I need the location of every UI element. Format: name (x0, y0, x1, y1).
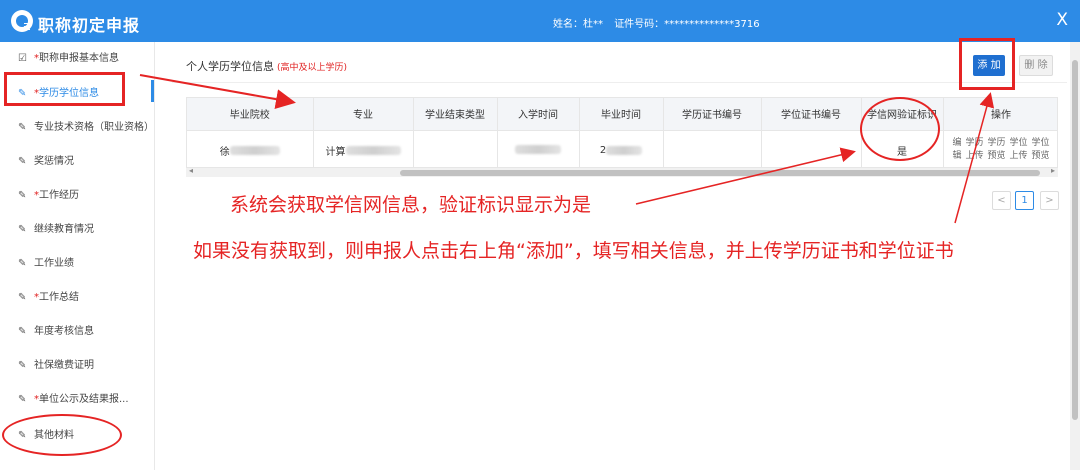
redacted-blur (606, 145, 643, 155)
id-number: 证件号码：**************3716 (614, 19, 760, 30)
preview-diploma-link[interactable]: 预览 (987, 151, 1005, 161)
sidebar-item-unit-publicity[interactable]: ✎ *单位公示及结果报... (0, 383, 155, 417)
preview-degree-link[interactable]: 预览 (1032, 151, 1050, 161)
sidebar-item-basic-info[interactable]: ☑ *职称申报基本信息 (0, 42, 155, 76)
section-note: (高中及以上学历) (277, 63, 348, 73)
user-name: 姓名：杜** (553, 19, 603, 30)
app-title: 职称初定申报 (38, 16, 141, 35)
pencil-icon: ✎ (18, 394, 27, 405)
sidebar-item-work-summary[interactable]: ✎ *工作总结 (0, 281, 155, 315)
column-header[interactable]: 操作 (943, 98, 1057, 130)
pencil-icon: ✎ (18, 360, 27, 371)
sidebar-item-rewards[interactable]: ✎ 奖惩情况 (0, 145, 155, 179)
cell-major: 计算 (313, 129, 414, 170)
upload-degree-link[interactable]: 学位 (1010, 138, 1028, 148)
close-icon[interactable]: X (1056, 9, 1068, 31)
cell-end-type (413, 129, 498, 170)
pagination-page-button[interactable]: 1 (1015, 191, 1034, 210)
column-header[interactable]: 毕业时间 (579, 98, 664, 130)
sidebar-item-label: 工作业绩 (34, 258, 74, 269)
column-header[interactable]: 入学时间 (497, 98, 580, 130)
preview-diploma-link[interactable]: 学历 (987, 138, 1005, 148)
pencil-icon: ✎ (18, 326, 27, 337)
scroll-right-icon[interactable]: ▸ (1051, 166, 1055, 175)
delete-button[interactable]: 删 除 (1019, 55, 1053, 76)
column-header[interactable]: 毕业院校 (187, 98, 314, 130)
upload-diploma-link[interactable]: 上传 (965, 151, 983, 161)
cell-grad-time: 2 (579, 129, 664, 170)
ops-line1: 编学历 学历 学位 学位 (944, 137, 1058, 150)
annotation-arrows (139, 74, 995, 224)
pagination-next-button[interactable]: > (1040, 191, 1059, 210)
app-logo-icon (11, 10, 33, 32)
pencil-icon: ✎ (18, 156, 27, 167)
column-header[interactable]: 学位证书编号 (761, 98, 862, 130)
sidebar-item-social-security[interactable]: ✎ 社保缴费证明 (0, 349, 155, 383)
cell-degree-no (761, 129, 862, 170)
section-title: 个人学历学位信息 (高中及以上学历) (186, 58, 347, 74)
sidebar-item-label: 社保缴费证明 (34, 360, 94, 371)
edit-link[interactable]: 编 (952, 138, 961, 148)
edit-link[interactable]: 辑 (952, 151, 961, 161)
top-bar: 职称初定申报 姓名：杜** 证件号码：**************3716 X (0, 0, 1080, 42)
annotation-ellipse-verified (860, 97, 940, 161)
active-indicator (151, 80, 154, 102)
pencil-icon: ✎ (18, 190, 27, 201)
cell-operations: 编学历 学历 学位 学位 辑上传 预览 上传 预览 (943, 129, 1058, 170)
annotation-ellipse-other-materials (2, 414, 122, 456)
sidebar-item-continuing-education[interactable]: ✎ 继续教育情况 (0, 213, 155, 247)
edit-square-icon: ☑ (18, 53, 27, 64)
section-title-text: 个人学历学位信息 (186, 60, 274, 73)
column-header[interactable]: 学业结束类型 (413, 98, 498, 130)
sidebar-item-label: 继续教育情况 (34, 224, 94, 235)
annotation-box-add-button (959, 38, 1015, 90)
upload-diploma-link[interactable]: 学历 (965, 138, 983, 148)
divider (172, 82, 1067, 83)
sidebar: ☑ *职称申报基本信息 ✎ *学历学位信息 ✎ 专业技术资格（职业资格） ✎ 奖惩情况 … (0, 42, 155, 470)
sidebar-item-work-history[interactable]: ✎ *工作经历 (0, 179, 155, 213)
scrollbar-thumb[interactable] (400, 170, 1040, 176)
sidebar-item-annual-review[interactable]: ✎ 年度考核信息 (0, 315, 155, 349)
redacted-blur (345, 145, 401, 155)
scroll-left-icon[interactable]: ◂ (189, 166, 193, 175)
pagination-prev-button[interactable]: < (992, 191, 1011, 210)
column-header[interactable]: 专业 (313, 98, 414, 130)
ops-line2: 辑上传 预览 上传 预览 (944, 150, 1058, 163)
annotation-note-verified: 系统会获取学信网信息，验证标识显示为是 (230, 194, 592, 216)
scrollbar-thumb[interactable] (1072, 60, 1078, 420)
pencil-icon: ✎ (18, 122, 27, 133)
sidebar-item-achievements[interactable]: ✎ 工作业绩 (0, 247, 155, 281)
annotation-box-sidebar (4, 72, 125, 106)
sidebar-item-label: 工作经历 (39, 190, 79, 201)
cell-school: 徐 (187, 129, 314, 170)
school-text: 徐 (219, 146, 230, 158)
vertical-scrollbar[interactable] (1070, 42, 1080, 470)
horizontal-scrollbar[interactable]: ◂ ▸ (186, 166, 1058, 177)
sidebar-item-label: 年度考核信息 (34, 326, 94, 337)
pencil-icon: ✎ (18, 292, 27, 303)
major-text: 计算 (325, 146, 346, 158)
user-info: 姓名：杜** 证件号码：**************3716 (553, 15, 768, 30)
sidebar-item-label: 职称申报基本信息 (39, 53, 119, 64)
preview-degree-link[interactable]: 学位 (1032, 138, 1050, 148)
redacted-blur (229, 145, 280, 155)
upload-degree-link[interactable]: 上传 (1010, 151, 1028, 161)
redacted-blur (515, 145, 561, 155)
pencil-icon: ✎ (18, 224, 27, 235)
column-header[interactable]: 学历证书编号 (663, 98, 762, 130)
cell-enroll-time (497, 129, 580, 170)
sidebar-item-label: 奖惩情况 (34, 156, 74, 167)
cell-diploma-no (663, 129, 762, 170)
annotation-note-add: 如果没有获取到，则申报人点击右上角“添加”，填写相关信息，并上传学历证书和学位证… (193, 240, 954, 262)
pencil-icon: ✎ (18, 258, 27, 269)
sidebar-item-label: 工作总结 (39, 292, 79, 303)
sidebar-item-qualification[interactable]: ✎ 专业技术资格（职业资格） (0, 111, 155, 145)
sidebar-item-label: 专业技术资格（职业资格） (34, 122, 154, 133)
sidebar-item-label: 单位公示及结果报... (39, 394, 129, 405)
